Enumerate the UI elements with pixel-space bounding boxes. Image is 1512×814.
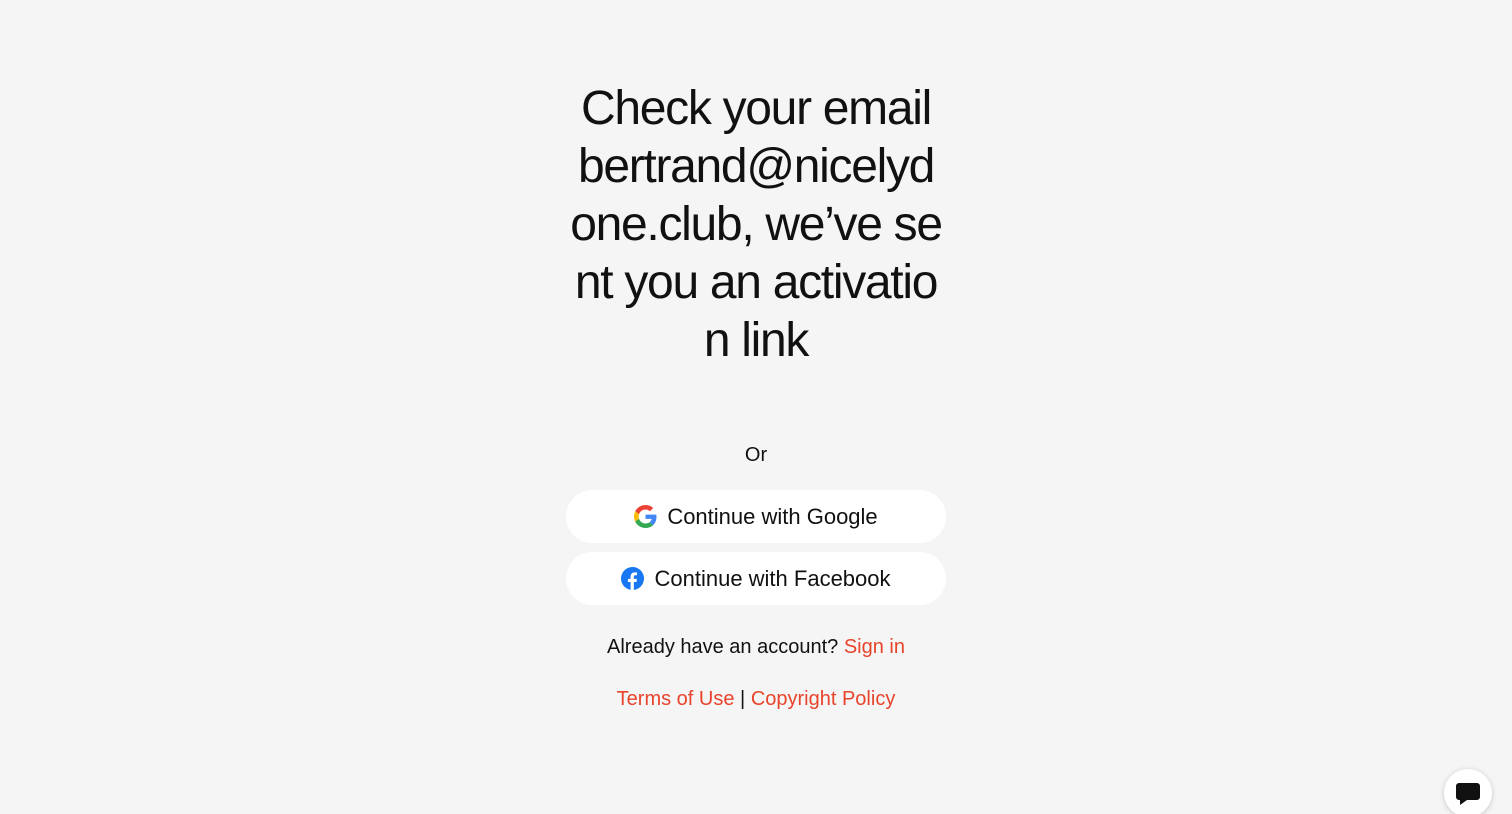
chat-launcher-button[interactable] bbox=[1444, 769, 1492, 814]
sign-in-prompt-text: Already have an account? bbox=[607, 636, 839, 658]
legal-links: Terms of Use | Copyright Policy bbox=[456, 686, 1056, 712]
continue-with-google-button[interactable]: Continue with Google bbox=[566, 490, 946, 543]
facebook-icon bbox=[621, 567, 645, 590]
or-divider: Or bbox=[744, 444, 768, 466]
legal-separator: | bbox=[740, 688, 746, 710]
facebook-button-label: Continue with Facebook bbox=[654, 565, 891, 591]
continue-with-facebook-button[interactable]: Continue with Facebook bbox=[566, 552, 946, 605]
google-button-label: Continue with Google bbox=[667, 503, 878, 529]
page-title: Check your email bertrand@nicelydone.clu… bbox=[570, 82, 943, 367]
terms-of-use-link[interactable]: Terms of Use bbox=[617, 688, 735, 710]
copyright-policy-link[interactable]: Copyright Policy bbox=[751, 688, 896, 710]
sign-in-prompt: Already have an account? Sign in bbox=[456, 634, 1056, 660]
chat-bubble-icon bbox=[1455, 782, 1481, 811]
sign-in-link[interactable]: Sign in bbox=[844, 636, 905, 658]
page: Check your email bertrand@nicelydone.clu… bbox=[0, 0, 1512, 814]
google-icon bbox=[634, 505, 657, 528]
